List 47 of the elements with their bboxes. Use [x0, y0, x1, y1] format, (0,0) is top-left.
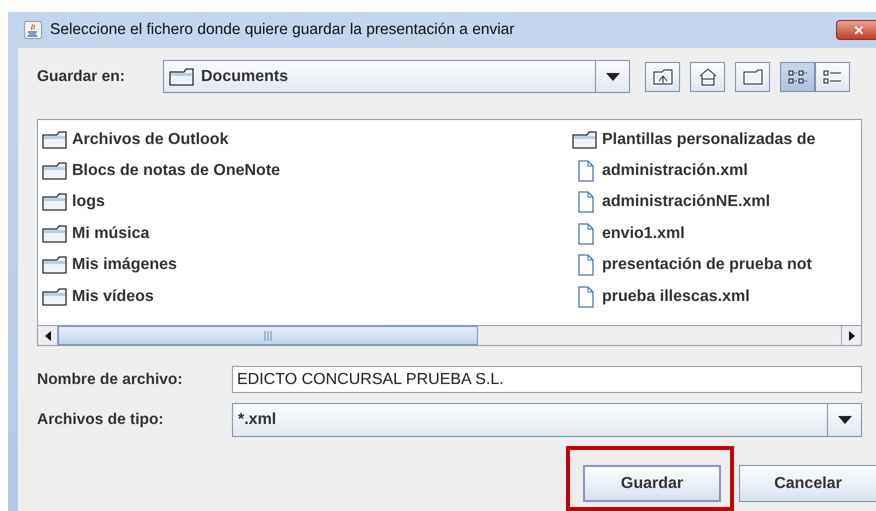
save-in-dropdown[interactable]: Documents [163, 60, 630, 93]
file-list-item[interactable]: presentación de prueba not [572, 250, 861, 281]
up-folder-icon [652, 68, 672, 84]
save-in-label: Guardar en: [37, 68, 126, 86]
folder-icon [742, 68, 762, 84]
file-list-item[interactable]: logs [42, 186, 572, 218]
list-view-button[interactable] [780, 62, 815, 92]
window-title: Seleccione el fichero donde quiere guardar la presentación a enviar [50, 21, 516, 39]
horizontal-scrollbar[interactable] [38, 325, 861, 345]
home-button[interactable] [690, 62, 725, 92]
folder-icon [42, 288, 68, 306]
scrollbar-thumb[interactable] [58, 326, 478, 345]
folder-icon [169, 68, 195, 86]
folder-icon [42, 224, 68, 243]
folder-icon [42, 193, 68, 212]
scroll-right-icon [848, 330, 854, 340]
file-list-item[interactable]: Mi música [42, 218, 572, 250]
grip-icon [264, 330, 272, 340]
save-button[interactable]: Guardar [583, 465, 721, 502]
file-name-label: Nombre de archivo: [37, 370, 184, 388]
file-list-item[interactable]: Blocs de notas de OneNote [42, 155, 572, 187]
list-view-icon [788, 68, 808, 84]
dropdown-arrow-icon [838, 416, 852, 424]
details-view-icon [822, 68, 842, 84]
file-name-field[interactable]: EDICTO CONCURSAL PRUEBA S.L. [232, 366, 862, 393]
file-list-item[interactable]: administraciónNE.xml [572, 186, 861, 218]
folder-icon [42, 256, 68, 274]
file-list-item[interactable]: Plantillas personalizadas de [572, 124, 861, 156]
new-folder-button[interactable] [735, 62, 770, 92]
file-list-item[interactable]: administración.xml [572, 155, 861, 187]
file-list-item[interactable]: Mis imágenes [42, 250, 572, 281]
cancel-button[interactable]: Cancelar [739, 465, 876, 502]
home-icon [698, 68, 718, 86]
up-folder-button[interactable] [645, 62, 680, 92]
folder-icon [42, 130, 68, 149]
file-list-item[interactable]: prueba illescas.xml [572, 280, 861, 312]
java-icon [24, 21, 42, 39]
scroll-left-icon [44, 330, 50, 340]
dropdown-arrow-icon [606, 72, 620, 80]
file-type-dropdown[interactable]: *.xml [232, 403, 862, 437]
folder-icon [42, 162, 68, 180]
folder-icon [572, 130, 598, 149]
details-view-button[interactable] [815, 62, 850, 92]
file-list-item[interactable]: Archivos de Outlook [42, 124, 572, 156]
file-list-item[interactable]: Mis vídeos [42, 280, 572, 312]
file-type-label: Archivos de tipo: [37, 411, 165, 429]
file-list-item[interactable]: envio1.xml [572, 218, 861, 250]
